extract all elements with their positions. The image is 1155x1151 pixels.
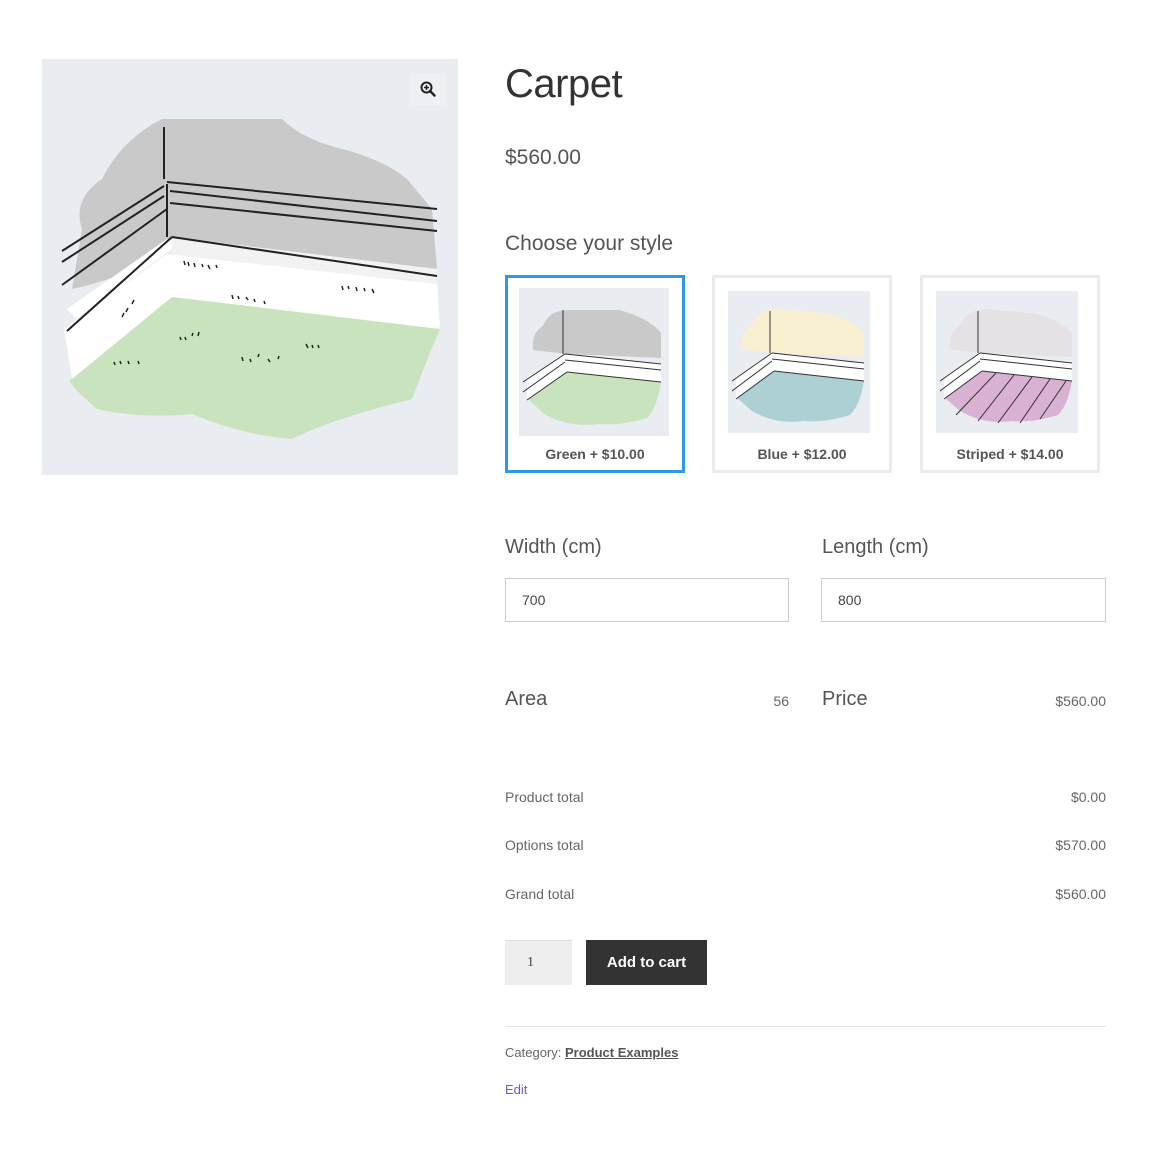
style-option-label: Green + $10.00: [545, 446, 645, 462]
edit-link[interactable]: Edit: [505, 1082, 527, 1097]
product-title: Carpet: [505, 62, 623, 106]
area-label: Area: [505, 688, 548, 710]
style-picker-label: Choose your style: [505, 232, 674, 255]
totals-label: Options total: [505, 837, 584, 853]
style-thumbnail-green: [519, 288, 669, 436]
add-to-cart-button[interactable]: Add to cart: [586, 940, 707, 985]
area-value: 56: [773, 693, 789, 709]
style-thumbnail-blue: [728, 291, 870, 433]
width-label: Width (cm): [505, 536, 602, 558]
category-label: Category:: [505, 1045, 562, 1060]
product-price: $560.00: [505, 146, 581, 169]
style-option-blue[interactable]: Blue + $12.00: [712, 275, 892, 473]
divider: [505, 1026, 1106, 1027]
style-option-label: Blue + $12.00: [757, 446, 847, 462]
totals-value: $570.00: [1055, 837, 1106, 853]
magnifier-plus-icon: [420, 81, 436, 97]
length-label: Length (cm): [822, 536, 929, 558]
width-input[interactable]: [505, 578, 789, 622]
zoom-image-button[interactable]: [410, 73, 446, 105]
grand-total-row: Grand total $560.00: [505, 886, 1106, 902]
style-option-label: Striped + $14.00: [956, 446, 1064, 462]
product-meta: Category: Product Examples: [505, 1045, 678, 1060]
quantity-input[interactable]: [505, 940, 572, 985]
totals-label: Grand total: [505, 886, 575, 902]
price-value: $560.00: [1055, 693, 1106, 709]
style-option-green[interactable]: Green + $10.00: [505, 275, 685, 473]
length-input[interactable]: [821, 578, 1106, 622]
options-total-row: Options total $570.00: [505, 837, 1106, 853]
product-total-row: Product total $0.00: [505, 789, 1106, 805]
style-thumbnail-striped: [936, 291, 1078, 433]
product-image: [61, 119, 441, 439]
totals-value: $0.00: [1070, 789, 1106, 805]
price-label: Price: [822, 688, 868, 710]
category-link[interactable]: Product Examples: [565, 1045, 678, 1060]
style-option-striped[interactable]: Striped + $14.00: [920, 275, 1100, 473]
totals-label: Product total: [505, 789, 584, 805]
product-image-gallery[interactable]: [42, 59, 458, 475]
totals-value: $560.00: [1055, 886, 1106, 902]
